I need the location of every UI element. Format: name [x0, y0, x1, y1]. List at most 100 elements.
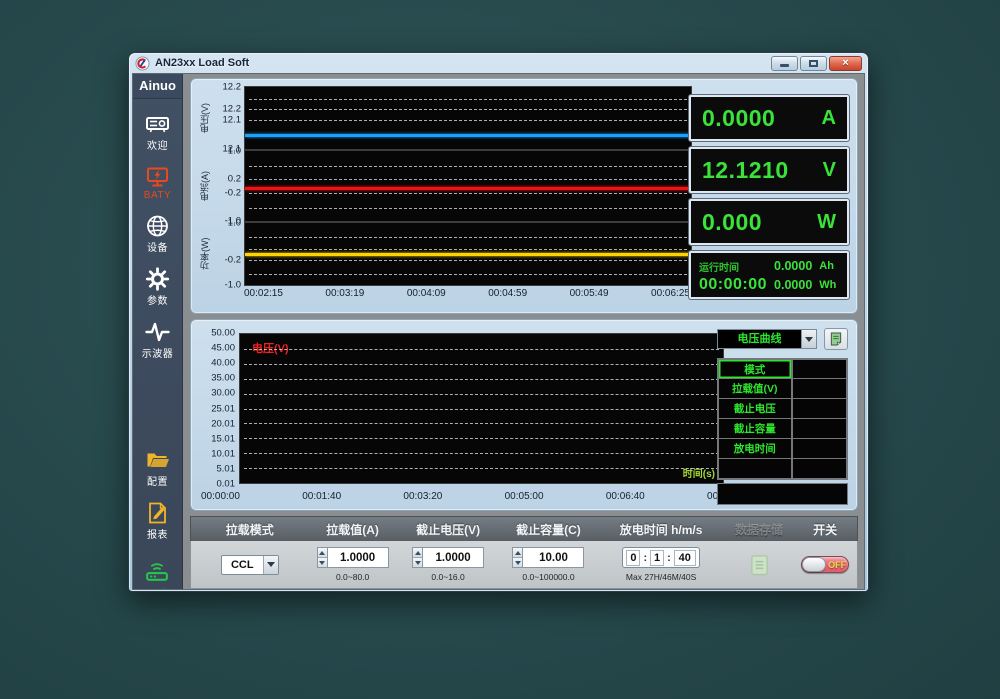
param-label-cell[interactable] [718, 459, 792, 479]
y-tick-label: 0.01 [217, 479, 236, 490]
cutoff-voltage-range: 0.0~16.0 [431, 572, 464, 582]
client-area: Ainuo 欢迎 BATY 设备参数示波器配置报表 连接成功 电压(V)12.212… [132, 73, 865, 590]
spin-down-icon[interactable] [318, 558, 327, 567]
load-value-spinner[interactable]: 1.0000 [317, 547, 389, 568]
param-value-cell[interactable] [792, 359, 847, 379]
maximize-button[interactable] [800, 56, 827, 71]
sidebar-item-scope[interactable]: 示波器 [142, 320, 174, 360]
gridline [244, 453, 719, 454]
data-line [245, 187, 691, 190]
chevron-down-icon[interactable] [801, 330, 816, 348]
param-label-cell[interactable]: 拉载值(V) [718, 379, 792, 399]
cutoff-voltage-spinner[interactable]: 1.0000 [412, 547, 484, 568]
param-value-cell[interactable] [792, 459, 847, 479]
data-line [245, 253, 691, 256]
report-icon [145, 501, 170, 525]
chevron-down-icon[interactable] [263, 556, 278, 574]
battery-monitor-icon [145, 165, 170, 189]
param-value-cell[interactable] [792, 399, 847, 419]
app-window: AN23xx Load Soft × Ainuo 欢迎 BATY 设备参数示波器配置… [128, 52, 869, 592]
axis-title: 电流(A) [198, 150, 211, 222]
sidebar-item-baty[interactable]: BATY [144, 165, 171, 201]
spin-up-icon[interactable] [513, 548, 522, 558]
minutes-field[interactable]: 1 [650, 550, 664, 566]
gridline [244, 379, 719, 380]
cutoff-capacity-field[interactable]: 10.00 [522, 547, 584, 568]
header-cutoff-voltage: 截止电压(V) [397, 521, 500, 538]
param-value-cell[interactable] [792, 439, 847, 459]
y-tick-label: 1.0 [228, 145, 241, 156]
titlebar[interactable]: AN23xx Load Soft × [132, 53, 865, 73]
close-button[interactable]: × [829, 56, 862, 71]
spin-down-icon[interactable] [413, 558, 422, 567]
load-mode-select[interactable]: CCL [221, 555, 279, 575]
power-unit: W [817, 211, 836, 234]
param-label-cell[interactable]: 模式 [718, 359, 792, 379]
seconds-field[interactable]: 40 [674, 550, 696, 566]
desktop: { "window": { "title": "AN23xx Load Soft… [0, 0, 1000, 699]
curve-x-axis: 00:00:0000:01:4000:03:2000:05:0000:06:40… [201, 491, 746, 502]
discharge-time-input[interactable]: 0 : 1 : 40 [622, 547, 699, 568]
wh-value: 0.0000 [774, 278, 812, 292]
table-row[interactable]: 拉载值(V) [718, 379, 847, 399]
connection-status: 连接成功 [138, 559, 176, 590]
x-tick-label: 00:03:20 [403, 491, 442, 502]
gridline [244, 468, 719, 469]
power-switch-toggle[interactable]: OFF [801, 556, 849, 573]
param-label-cell[interactable]: 截止电压 [718, 399, 792, 419]
spin-up-icon[interactable] [413, 548, 422, 558]
sidebar-item-device[interactable]: 设备 [145, 214, 170, 254]
export-report-button[interactable] [824, 328, 848, 350]
cutoff-voltage-field[interactable]: 1.0000 [422, 547, 484, 568]
runtime-time: 00:00:00 [699, 276, 767, 294]
cutoff-capacity-spinner[interactable]: 10.00 [512, 547, 584, 568]
param-value-cell[interactable] [792, 419, 847, 439]
axis-title: 电压(V) [198, 86, 211, 150]
sidebar-item-report[interactable]: 报表 [145, 501, 170, 541]
curve-type-select[interactable]: 电压曲线 [717, 329, 817, 349]
current-value: 0.0000 [702, 105, 822, 132]
data-storage-button[interactable] [748, 552, 771, 578]
sidebar-item-welcome[interactable]: 欢迎 [145, 112, 170, 152]
header-cutoff-capacity: 截止容量(C) [500, 521, 598, 538]
spin-down-icon[interactable] [513, 558, 522, 567]
table-row[interactable]: 模式 [718, 359, 847, 379]
param-label-cell[interactable]: 放电时间 [718, 439, 792, 459]
load-value-range: 0.0~80.0 [336, 572, 369, 582]
strip-x-axis: 00:02:1500:03:1900:04:0900:04:5900:05:49… [244, 286, 690, 299]
curve-side-panel: 电压曲线 模式拉载值(V)截止电压截止容量放电时间 [717, 328, 848, 505]
control-bar: 拉载模式 拉载值(A) 截止电压(V) 截止容量(C) 放电时间 h/m/s 数… [190, 516, 858, 589]
y-tick-label: -1.0 [225, 280, 241, 291]
sidebar-item-config[interactable]: 配置 [145, 448, 170, 488]
param-value-cell[interactable] [792, 379, 847, 399]
gridline [249, 237, 687, 238]
load-value-field[interactable]: 1.0000 [327, 547, 389, 568]
y-tick-label: -0.2 [225, 255, 241, 266]
sidebar-nav: 欢迎 BATY 设备参数示波器配置报表 [133, 99, 182, 541]
notepad-icon [827, 331, 845, 347]
header-discharge-time: 放电时间 h/m/s [597, 521, 724, 538]
control-body: CCL 1.0000 0.0~80.0 [190, 541, 858, 589]
brand-logo: Ainuo [133, 74, 182, 99]
hours-field[interactable]: 0 [626, 550, 640, 566]
table-row[interactable]: 放电时间 [718, 439, 847, 459]
gridline [249, 99, 687, 100]
table-row[interactable]: 截止容量 [718, 419, 847, 439]
table-row[interactable] [718, 459, 847, 479]
y-tick-label: 1.0 [228, 217, 241, 228]
sidebar-item-label: 示波器 [142, 345, 174, 360]
spin-up-icon[interactable] [318, 548, 327, 558]
x-tick-label: 00:01:40 [302, 491, 341, 502]
sidebar-item-params[interactable]: 参数 [145, 267, 170, 307]
sidebar-item-label: 报表 [147, 526, 168, 541]
param-label-cell[interactable]: 截止容量 [718, 419, 792, 439]
strip-chart-0: 电压(V)12.212.212.112.1 [198, 86, 692, 150]
gridline [249, 274, 687, 275]
minimize-button[interactable] [771, 56, 798, 71]
table-row[interactable]: 截止电压 [718, 399, 847, 419]
y-tick-label: 50.00 [211, 328, 235, 339]
toggle-knob[interactable] [802, 557, 826, 572]
power-value: 0.000 [702, 209, 817, 236]
close-icon: × [842, 58, 848, 69]
x-tick-label: 00:05:00 [505, 491, 544, 502]
